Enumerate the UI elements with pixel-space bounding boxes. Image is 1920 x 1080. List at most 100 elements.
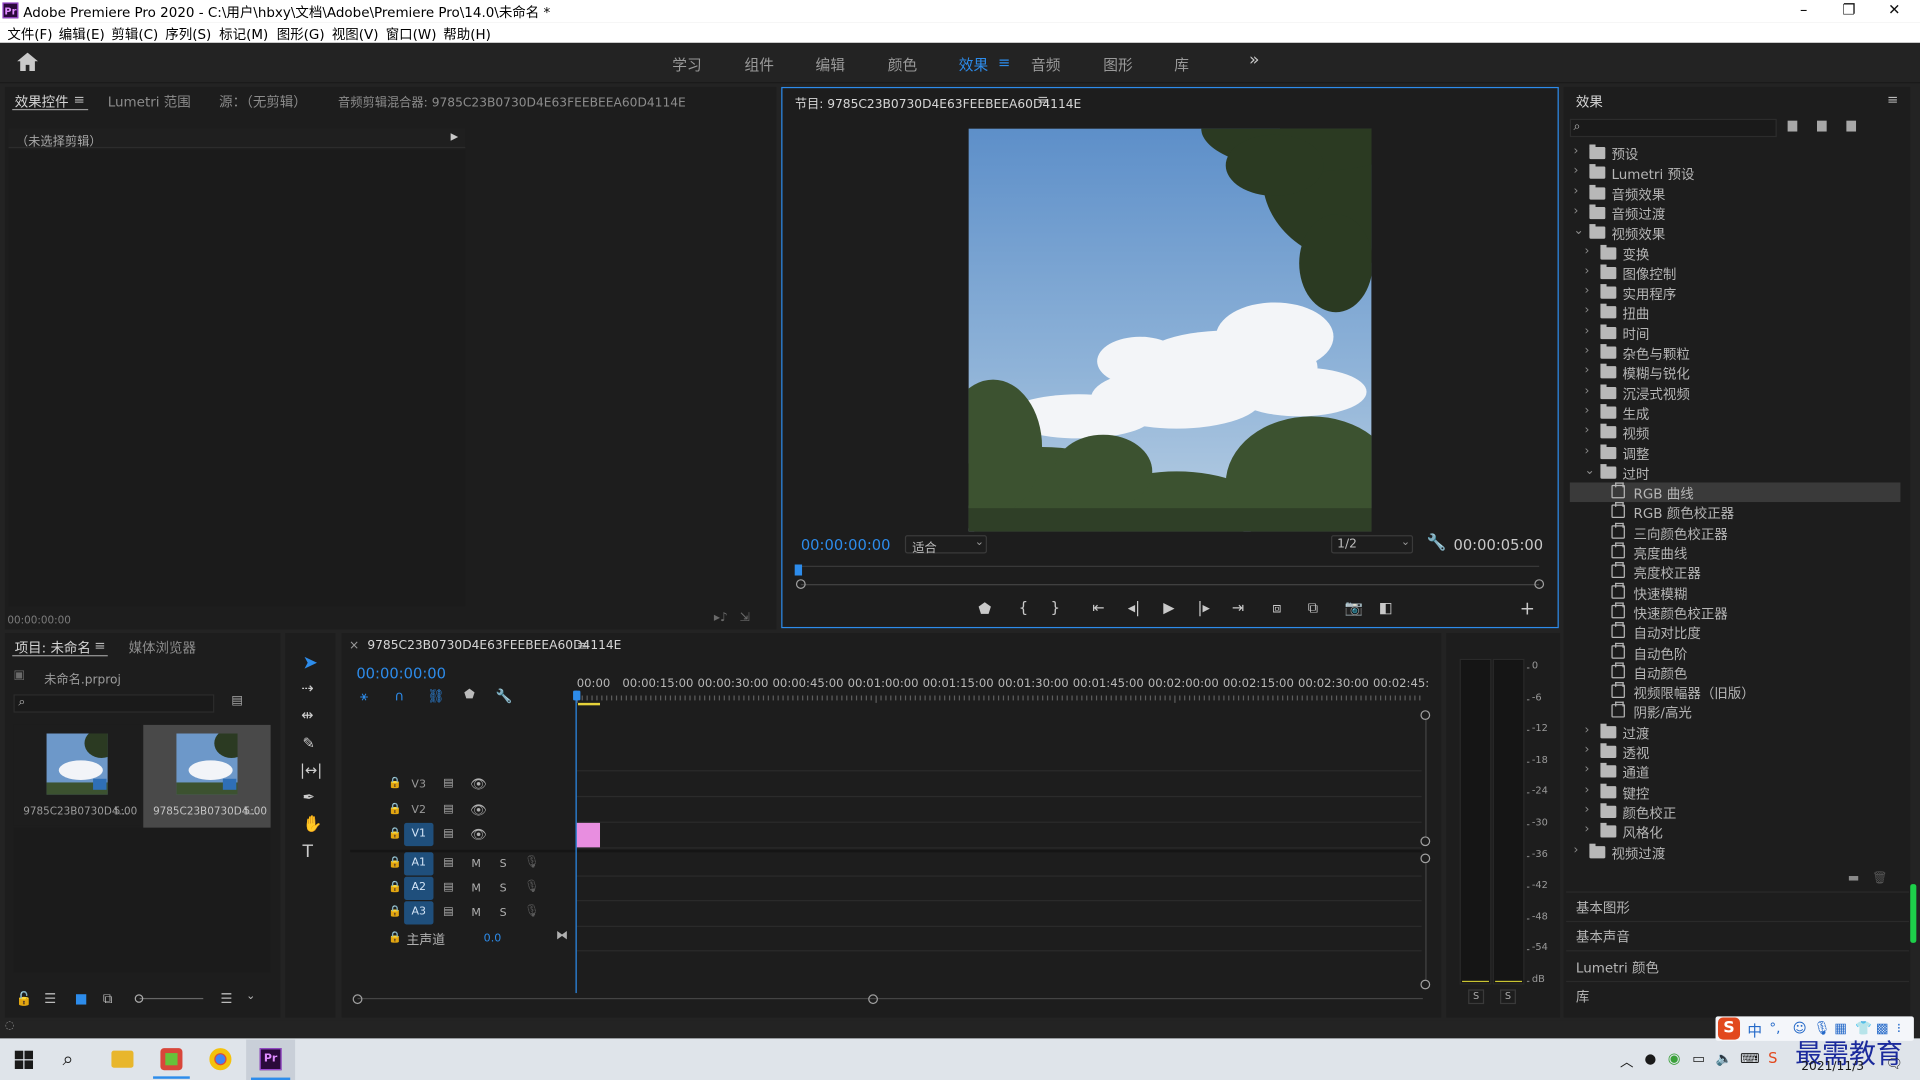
effects-menu-icon[interactable]: ≡ xyxy=(1887,92,1898,108)
chevron-right-icon[interactable]: › xyxy=(1585,723,1590,736)
home-icon[interactable] xyxy=(17,52,38,72)
mute-button[interactable]: M xyxy=(471,907,481,919)
effect-folder[interactable]: › 视频过渡 xyxy=(1570,842,1901,861)
windows-start-icon[interactable] xyxy=(14,1050,34,1069)
microphone-icon[interactable]: 🎙 xyxy=(524,856,540,869)
razor-tool-icon[interactable]: ✎ xyxy=(302,735,314,752)
new-search-bin-icon[interactable]: ▤ xyxy=(231,694,243,707)
export-icon[interactable]: ⇲ xyxy=(740,611,750,624)
compare-view-icon[interactable]: ◧ xyxy=(1379,599,1393,616)
sync-lock-icon[interactable]: ▤ xyxy=(443,778,453,790)
effect-folder[interactable]: › 图像控制 xyxy=(1570,263,1901,282)
master-volume-value[interactable]: 0.0 xyxy=(484,933,502,945)
effect-folder[interactable]: › 时间 xyxy=(1570,323,1901,342)
project-search-input[interactable]: ⌕ xyxy=(13,694,215,713)
program-current-timecode[interactable]: 00:00:00:00 xyxy=(801,536,891,553)
effects-search-input[interactable]: ⌕ xyxy=(1569,118,1777,138)
workspace-assembly[interactable]: 组件 xyxy=(744,54,773,75)
effect-folder[interactable]: › 键控 xyxy=(1570,782,1901,801)
project-menu-icon[interactable]: ≡ xyxy=(94,638,105,654)
fit-select[interactable]: 适合 ⌄ xyxy=(904,535,987,556)
program-mini-ruler[interactable] xyxy=(800,565,1540,578)
effect-folder[interactable]: › 颜色校正 xyxy=(1570,802,1901,822)
zoom-slider-handle[interactable] xyxy=(134,994,144,1003)
settings-wrench-icon[interactable]: 🔧 xyxy=(1427,534,1447,552)
panel-lumetri-color[interactable]: Lumetri 颜色 xyxy=(1576,958,1659,978)
chevron-right-icon[interactable]: › xyxy=(1585,304,1590,317)
effect-item[interactable]: 视频限幅器（旧版） xyxy=(1570,682,1901,702)
new-bin-icon[interactable]: ▬ xyxy=(1848,872,1860,885)
track-label-a1[interactable]: A1 xyxy=(404,852,434,876)
effect-folder[interactable]: › 音频过渡 xyxy=(1570,203,1901,222)
tray-expand-icon[interactable]: ︿ xyxy=(1620,1052,1633,1072)
chevron-right-icon[interactable]: › xyxy=(1585,444,1590,457)
ripple-edit-tool-icon[interactable]: ⇹ xyxy=(301,707,313,724)
chevron-right-icon[interactable]: › xyxy=(1585,384,1590,397)
minimize-icon[interactable]: – xyxy=(1779,1,1828,21)
meter-solo-right[interactable]: S xyxy=(1500,989,1516,1005)
effect-folder[interactable]: › 实用程序 xyxy=(1570,283,1901,302)
track-label-v3[interactable]: V3 xyxy=(411,779,426,791)
program-menu-icon[interactable]: ≡ xyxy=(1037,92,1048,108)
effect-item[interactable]: RGB 曲线 xyxy=(1569,482,1901,503)
solo-button[interactable]: S xyxy=(500,907,507,919)
timeline-close-icon[interactable]: × xyxy=(349,639,359,652)
sync-lock-icon[interactable]: ▤ xyxy=(443,906,453,918)
chevron-right-icon[interactable]: › xyxy=(1585,364,1590,377)
program-zoom-bar[interactable] xyxy=(800,584,1540,586)
tab-lumetri-scopes[interactable]: Lumetri 范围 xyxy=(108,92,191,112)
project-item[interactable]: 9785C23B0730D4... 5:00 xyxy=(143,724,271,828)
mark-in-icon[interactable]: { xyxy=(1019,599,1028,616)
effect-item[interactable]: 阴影/高光 xyxy=(1570,702,1901,722)
panel-essential-sound[interactable]: 基本声音 xyxy=(1576,927,1630,947)
workspace-audio[interactable]: 音频 xyxy=(1031,54,1060,75)
project-item[interactable]: 9785C23B0730D4... 5:00 xyxy=(13,724,141,826)
workspace-effects[interactable]: 效果 xyxy=(959,54,988,75)
timeline-menu-icon[interactable]: ≡ xyxy=(577,638,588,654)
export-frame-icon[interactable]: 📷 xyxy=(1345,599,1363,616)
chrome-icon[interactable] xyxy=(209,1048,232,1071)
effect-folder[interactable]: › 模糊与锐化 xyxy=(1570,363,1901,382)
ime-punct-icon[interactable]: °, xyxy=(1769,1020,1780,1036)
effects-scrollbar[interactable] xyxy=(1910,884,1917,943)
effect-folder[interactable]: › 视频 xyxy=(1570,423,1901,442)
effect-folder[interactable]: › 通道 xyxy=(1570,762,1901,782)
selection-tool-icon[interactable]: ➤ xyxy=(302,651,317,673)
tray-app-icon[interactable]: ● xyxy=(1645,1051,1657,1067)
effect-folder[interactable]: › Lumetri 预设 xyxy=(1570,163,1901,183)
sort-icon[interactable]: ☰ xyxy=(220,991,232,1007)
list-view-icon[interactable]: ☰ xyxy=(44,991,56,1007)
effect-folder[interactable]: › 音频效果 xyxy=(1570,183,1901,202)
track-label-v2[interactable]: V2 xyxy=(411,804,426,816)
type-tool-icon[interactable]: T xyxy=(302,842,312,862)
workspace-more-icon[interactable]: » xyxy=(1249,50,1260,70)
app-icon[interactable] xyxy=(160,1048,183,1071)
menu-marker[interactable]: 标记(M) xyxy=(219,24,268,44)
chevron-right-icon[interactable]: › xyxy=(1585,264,1590,277)
track-select-tool-icon[interactable]: ⇢ xyxy=(301,680,313,697)
workspace-learn[interactable]: 学习 xyxy=(672,54,701,75)
chevron-right-icon[interactable]: › xyxy=(1585,284,1590,297)
workspace-editing[interactable]: 编辑 xyxy=(816,54,845,75)
effect-folder[interactable]: ⌄ 过时 xyxy=(1570,463,1901,482)
chevron-right-icon[interactable]: › xyxy=(1573,843,1578,856)
chevron-right-icon[interactable]: › xyxy=(1585,803,1590,816)
panel-menu-icon[interactable]: ≡ xyxy=(73,92,84,108)
effect-folder[interactable]: › 风格化 xyxy=(1570,822,1901,841)
chevron-down-icon[interactable]: ⌄ xyxy=(246,991,255,1003)
menu-edit[interactable]: 编辑(E) xyxy=(59,24,105,44)
close-icon[interactable]: ✕ xyxy=(1870,1,1919,21)
premiere-taskbar-button[interactable]: Pr xyxy=(246,1039,296,1080)
chevron-right-icon[interactable]: › xyxy=(1585,424,1590,437)
icon-view-icon[interactable]: ■ xyxy=(75,991,88,1007)
filter-icon[interactable]: ▸♪ xyxy=(714,611,728,624)
chevron-right-icon[interactable]: › xyxy=(1585,324,1590,337)
eye-icon[interactable]: 👁 xyxy=(470,827,487,843)
track-lock-icon[interactable]: 🔒 xyxy=(388,882,402,894)
menu-clip[interactable]: 剪辑(C) xyxy=(111,24,158,44)
eye-icon[interactable]: 👁 xyxy=(470,776,487,792)
chevron-right-icon[interactable]: › xyxy=(1585,344,1590,357)
mute-button[interactable]: M xyxy=(471,858,481,870)
effect-item[interactable]: 自动颜色 xyxy=(1570,662,1901,682)
effect-folder[interactable]: ⌄ 视频效果 xyxy=(1570,223,1901,242)
